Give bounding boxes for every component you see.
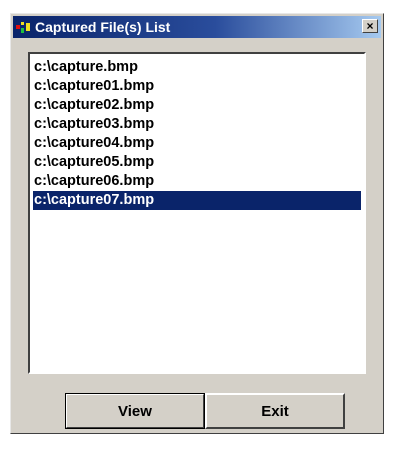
list-item[interactable]: c:\capture.bmp [33, 58, 361, 77]
captured-files-dialog: Captured File(s) List × c:\capture.bmp c:… [10, 13, 384, 434]
view-button[interactable]: View [65, 393, 205, 429]
title-bar[interactable]: Captured File(s) List × [13, 16, 381, 38]
list-item[interactable]: c:\capture05.bmp [33, 153, 361, 172]
list-item[interactable]: c:\capture04.bmp [33, 134, 361, 153]
app-icon [16, 20, 32, 34]
file-listbox[interactable]: c:\capture.bmp c:\capture01.bmp c:\capture… [28, 52, 366, 374]
list-item[interactable]: c:\capture02.bmp [33, 96, 361, 115]
exit-button[interactable]: Exit [205, 393, 345, 429]
list-item[interactable]: c:\capture06.bmp [33, 172, 361, 191]
close-icon[interactable]: × [362, 19, 378, 33]
list-item[interactable]: c:\capture03.bmp [33, 115, 361, 134]
list-item[interactable]: c:\capture01.bmp [33, 77, 361, 96]
list-item[interactable]: c:\capture07.bmp [33, 191, 361, 210]
window-title: Captured File(s) List [35, 19, 171, 35]
button-row: View Exit [65, 393, 345, 429]
